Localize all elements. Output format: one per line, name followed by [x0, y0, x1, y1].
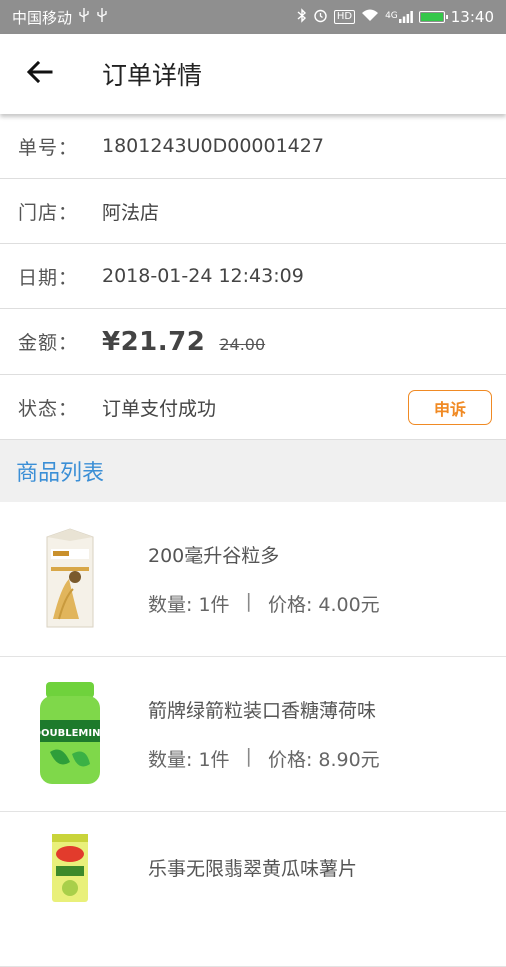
meta-separator: | [245, 590, 252, 612]
list-item[interactable]: DOUBLEMINT 箭牌绿箭粒装口香糖薄荷味 数量: 1件 | 价格: 8.9… [0, 657, 506, 812]
order-number-row: 单号： 1801243U0D00001427 [0, 114, 506, 179]
milk-carton-image [28, 524, 112, 634]
product-name: 200毫升谷粒多 [148, 545, 280, 567]
date-value: 2018-01-24 12:43:09 [102, 265, 304, 287]
status-left: 中国移动 [12, 7, 108, 28]
clock: 13:40 [450, 8, 494, 26]
original-amount: 24.00 [219, 335, 266, 354]
bluetooth-icon [297, 7, 307, 27]
list-item[interactable]: 乐事无限翡翠黄瓜味薯片 [0, 812, 506, 967]
status-bar: 中国移动 HD 4G 13:40 [0, 0, 506, 34]
store-label: 门店： [18, 201, 79, 224]
store-row: 门店： 阿法店 [0, 179, 506, 244]
product-price: 价格: 4.00元 [267, 594, 380, 616]
complain-button[interactable]: 申诉 [408, 390, 492, 425]
arrow-left-icon [26, 60, 53, 87]
status-label: 状态： [18, 397, 79, 420]
amount-row: 金额： ¥21.72 24.00 [0, 309, 506, 375]
meta-separator: | [245, 745, 252, 767]
product-list: 200毫升谷粒多 数量: 1件 | 价格: 4.00元 DOUBLEMINT 箭… [0, 502, 506, 967]
product-list-header: 商品列表 [0, 440, 506, 502]
order-number-value: 1801243U0D00001427 [102, 135, 324, 157]
network-type: 4G [385, 11, 398, 21]
signal-4g-icon: 4G [385, 11, 413, 23]
app-header: 订单详情 [0, 34, 506, 114]
alarm-icon [313, 8, 328, 27]
battery-icon [418, 11, 448, 23]
usb-icon [78, 8, 90, 26]
product-info: 箭牌绿箭粒装口香糖薄荷味 数量: 1件 | 价格: 8.90元 [148, 696, 380, 772]
hd-icon: HD [333, 10, 356, 24]
status-value: 订单支付成功 [102, 397, 217, 420]
chips-can-image [28, 832, 112, 902]
back-button[interactable] [0, 34, 80, 114]
product-meta: 数量: 1件 | 价格: 4.00元 [148, 590, 380, 617]
list-item[interactable]: 200毫升谷粒多 数量: 1件 | 价格: 4.00元 [0, 502, 506, 657]
product-name: 箭牌绿箭粒装口香糖薄荷味 [148, 700, 377, 722]
gum-brand-label: DOUBLEMINT [33, 728, 108, 739]
product-name: 乐事无限翡翠黄瓜味薯片 [148, 858, 358, 880]
product-quantity: 数量: 1件 [148, 749, 230, 771]
amount-value: ¥21.72 [102, 326, 206, 357]
amount-label: 金额： [18, 332, 79, 354]
product-price: 价格: 8.90元 [267, 749, 380, 771]
date-label: 日期： [18, 266, 79, 289]
product-quantity: 数量: 1件 [148, 594, 230, 616]
product-meta: 数量: 1件 | 价格: 8.90元 [148, 745, 380, 772]
product-info: 200毫升谷粒多 数量: 1件 | 价格: 4.00元 [148, 541, 380, 617]
status-row: 状态： 订单支付成功 申诉 [0, 375, 506, 440]
store-value: 阿法店 [102, 201, 160, 224]
usb-icon [96, 8, 108, 26]
status-right: HD 4G 13:40 [297, 7, 494, 27]
page-title: 订单详情 [102, 61, 203, 90]
order-number-label: 单号： [18, 136, 79, 159]
carrier-label: 中国移动 [12, 8, 73, 27]
wifi-icon [361, 8, 379, 26]
date-row: 日期： 2018-01-24 12:43:09 [0, 244, 506, 309]
product-info: 乐事无限翡翠黄瓜味薯片 [148, 854, 357, 903]
gum-bottle-image: DOUBLEMINT [28, 679, 112, 789]
